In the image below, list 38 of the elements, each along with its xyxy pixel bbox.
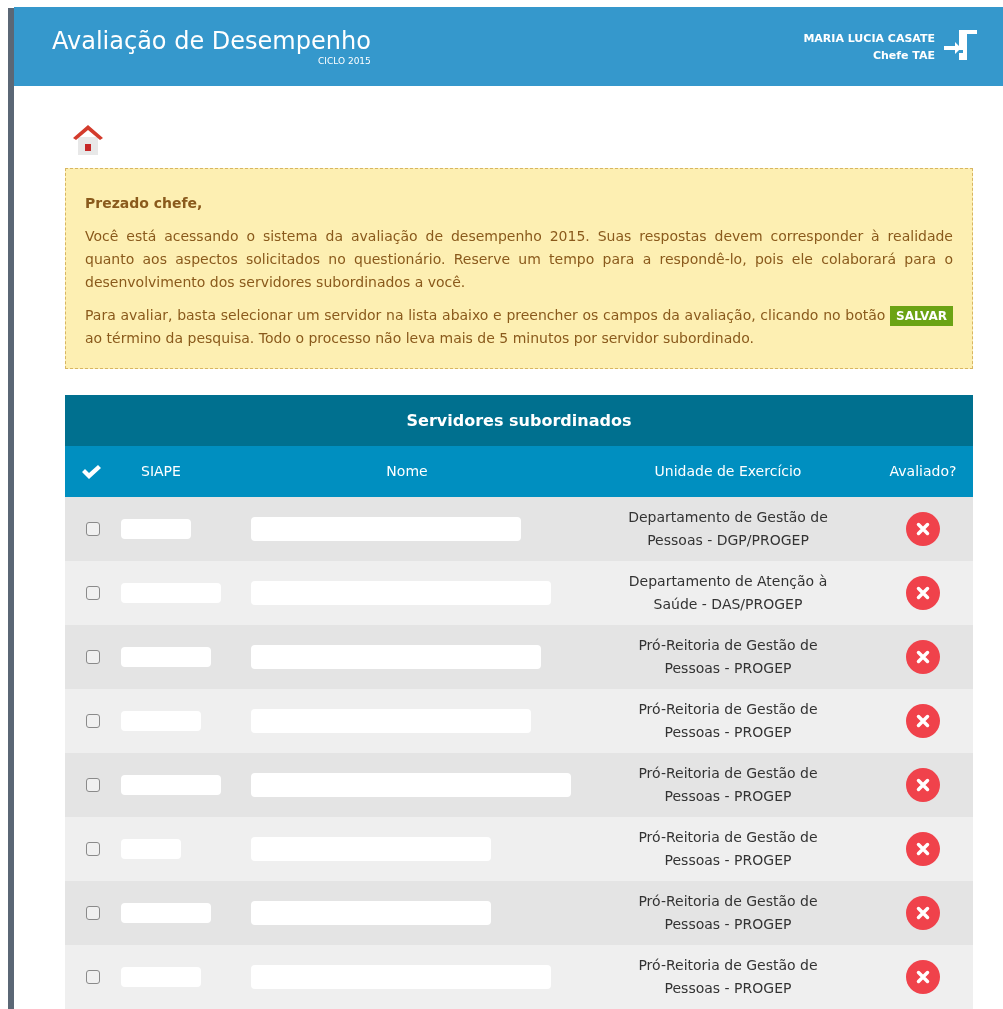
check-icon[interactable] (81, 463, 101, 480)
table-row[interactable]: Pró-Reitoria de Gestão de Pessoas - PROGEP (65, 817, 973, 881)
table-row[interactable]: Pró-Reitoria de Gestão de Pessoas - PROGEP (65, 689, 973, 753)
row-checkbox[interactable] (86, 714, 100, 728)
row-checkbox[interactable] (86, 906, 100, 920)
unit-cell-text: Pró-Reitoria de Gestão de Pessoas - PROGEP (637, 892, 819, 934)
row-checkbox[interactable] (86, 970, 100, 984)
table-row[interactable]: Pró-Reitoria de Gestão de Pessoas - PROGEP (65, 753, 973, 817)
column-header: SIAPE (141, 462, 181, 481)
unit-cell-text: Pró-Reitoria de Gestão de Pessoas - PROGEP (637, 828, 819, 870)
notice-paragraph: Para avaliar, basta selecionar um servidor na lista abaixo e preencher os campos da avaliação, clicando no botão SALVAR ao término da pesquisa. Todo o processo não leva mais de 5 minutos por servidor subordinado. (85, 304, 953, 350)
unit-cell-text: Departamento de Atenção à Saúde - DAS/PROGEP (627, 572, 829, 614)
column-header: Unidade de Exercício (654, 462, 802, 481)
cycle-label: CICLO 2015 (318, 56, 371, 67)
table-row[interactable]: Departamento de Gestão de Pessoas - DGP/PROGEP (65, 497, 973, 561)
unit-cell-text: Departamento de Gestão de Pessoas - DGP/PROGEP (627, 508, 829, 550)
row-checkbox[interactable] (86, 842, 100, 856)
table-row[interactable]: Pró-Reitoria de Gestão de Pessoas - PROGEP (65, 881, 973, 945)
notice-paragraph: Você está acessando o sistema da avaliação de desempenho 2015. Suas respostas devem corresponder à realidade quanto aos aspectos solicitados no questionário. Reserve um tempo para a respondê-lo, pois ele colaborará para o desenvolvimento dos servidores subordinados a você. (85, 227, 953, 292)
unit-cell-text: Pró-Reitoria de Gestão de Pessoas - PROGEP (637, 636, 819, 678)
table-row[interactable]: Departamento de Atenção à Saúde - DAS/PROGEP (65, 561, 973, 625)
row-checkbox[interactable] (86, 586, 100, 600)
column-header: Avaliado? (889, 462, 957, 481)
user-name: MARIA LUCIA CASATE (803, 30, 935, 47)
unit-cell-text: Pró-Reitoria de Gestão de Pessoas - PROGEP (637, 700, 819, 742)
column-header: Nome (386, 462, 428, 481)
row-checkbox[interactable] (86, 778, 100, 792)
notice-greeting: Prezado chefe, (85, 194, 204, 213)
table-row[interactable]: Pró-Reitoria de Gestão de Pessoas - PROGEP (65, 625, 973, 689)
redaction-mark (121, 519, 191, 539)
row-checkbox[interactable] (86, 522, 100, 536)
app-title: Avaliação de Desempenho (52, 26, 371, 56)
table-row[interactable]: Pró-Reitoria de Gestão de Pessoas - PROGEP (65, 945, 973, 1009)
table-title: Servidores subordinados (65, 395, 973, 446)
unit-cell-text: Pró-Reitoria de Gestão de Pessoas - PROGEP (637, 764, 819, 806)
row-checkbox[interactable] (86, 650, 100, 664)
user-role: Chefe TAE (872, 47, 935, 64)
unit-cell-text: Pró-Reitoria de Gestão de Pessoas - PROGEP (637, 956, 819, 998)
